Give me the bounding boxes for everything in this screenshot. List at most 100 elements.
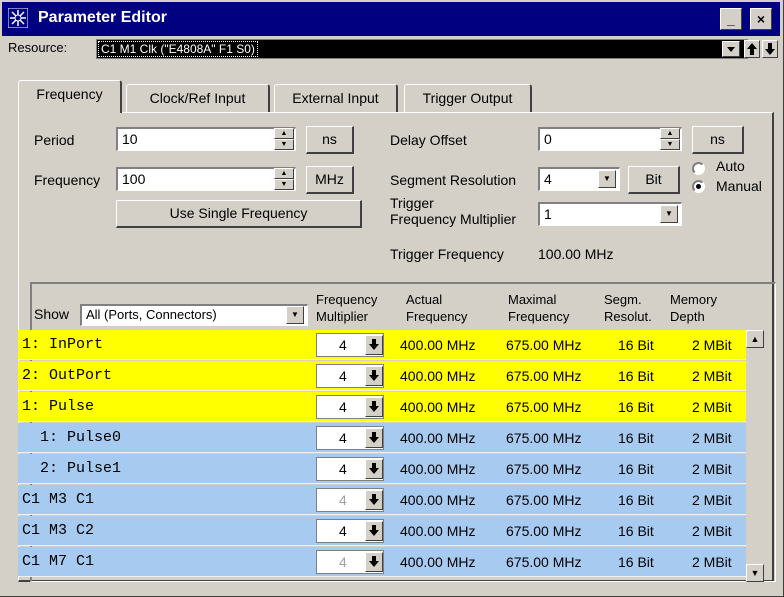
col-segm-2: Resolut. — [604, 309, 652, 324]
multiplier-select[interactable]: 4 — [316, 550, 384, 574]
dropdown-arrow-icon[interactable] — [365, 552, 383, 572]
actual-frequency: 400.00 MHz — [400, 554, 476, 570]
port-name: 1: InPort — [22, 336, 104, 353]
spin-up-icon[interactable]: ▲ — [660, 128, 680, 139]
scroll-down-icon[interactable]: ▼ — [746, 564, 764, 582]
segment-unit-button[interactable]: Bit — [628, 166, 680, 194]
actual-frequency: 400.00 MHz — [400, 492, 476, 508]
spin-down-icon[interactable]: ▼ — [660, 139, 680, 150]
table-row[interactable]: 2: Pulse1 4 400.00 MHz 675.00 MHz 16 Bit 2 MB… — [18, 454, 746, 484]
table-row[interactable]: C1 M3 C2 4 400.00 MHz 675.00 MHz 16 Bit 2 MBi… — [18, 516, 746, 546]
multiplier-value: 4 — [339, 430, 347, 446]
multiplier-value: 4 — [339, 337, 347, 353]
table-row[interactable]: 2: OutPort 4 400.00 MHz 675.00 MHz 16 Bit 2 M… — [18, 361, 746, 391]
show-filter-select[interactable]: All (Ports, Connectors) — [80, 304, 308, 326]
close-button[interactable]: × — [750, 8, 772, 30]
app-logo-icon — [8, 8, 28, 28]
dropdown-arrow-icon[interactable] — [365, 397, 383, 417]
table-row[interactable]: C1 M7 C1 4 400.00 MHz 675.00 MHz 16 Bit 2 MBi… — [18, 547, 746, 577]
arrow-down-icon — [765, 43, 775, 55]
next-resource-button[interactable] — [762, 40, 778, 58]
delay-offset-spinner[interactable]: ▲ ▼ — [660, 128, 680, 150]
period-label: Period — [34, 132, 75, 148]
spin-up-icon[interactable]: ▲ — [274, 168, 294, 179]
port-name: 2: OutPort — [22, 367, 113, 384]
spin-down-icon[interactable]: ▼ — [274, 139, 294, 150]
col-memory-1: Memory — [670, 292, 717, 307]
chevron-down-icon[interactable]: ▼ — [286, 306, 304, 324]
resource-bar: Resource: C1 M1 Clk ("E4808A" F1 S0) — [2, 36, 780, 60]
resource-select[interactable]: C1 M1 Clk ("E4808A" F1 S0) — [96, 39, 748, 59]
col-actual-1: Actual — [406, 292, 443, 307]
dropdown-arrow-icon[interactable] — [365, 428, 383, 448]
dropdown-arrow-icon[interactable] — [365, 459, 383, 479]
frequency-label: Frequency — [34, 172, 101, 188]
frequency-unit-button[interactable]: MHz — [306, 166, 354, 194]
parameter-editor-window: Parameter Editor _ × Resource: C1 M1 Clk… — [0, 0, 784, 597]
arrow-up-icon — [747, 43, 757, 55]
previous-resource-button[interactable] — [744, 40, 760, 58]
col-maximal-2: Frequency — [508, 309, 570, 324]
multiplier-value: 4 — [339, 523, 347, 539]
segment-resolution: 16 Bit — [618, 368, 654, 384]
table-row[interactable]: 1: Pulse 4 400.00 MHz 675.00 MHz 16 Bit 2 MBi… — [18, 392, 746, 422]
title-bar[interactable]: Parameter Editor _ × — [2, 2, 780, 36]
maximal-frequency: 675.00 MHz — [506, 337, 582, 353]
port-name: 1: Pulse — [22, 398, 95, 415]
col-actual-2: Frequency — [406, 309, 468, 324]
period-unit-button[interactable]: ns — [306, 126, 354, 154]
actual-frequency: 400.00 MHz — [400, 337, 476, 353]
table-row[interactable]: 1: InPort 4 400.00 MHz 675.00 MHz 16 Bit 2 MB… — [18, 330, 746, 360]
multiplier-select[interactable]: 4 — [316, 364, 384, 388]
minimize-button[interactable]: _ — [720, 8, 742, 30]
tab-clock-ref-input[interactable]: Clock/Ref Input — [126, 84, 270, 112]
period-spinner[interactable]: ▲ ▼ — [274, 128, 294, 150]
use-single-frequency-button[interactable]: Use Single Frequency — [116, 200, 362, 228]
multiplier-value: 4 — [339, 461, 347, 477]
tab-frequency[interactable]: Frequency — [18, 80, 122, 113]
port-name: C1 M3 C2 — [22, 522, 95, 539]
dropdown-arrow-icon[interactable] — [365, 366, 383, 386]
col-maximal-1: Maximal — [508, 292, 557, 307]
port-name: C1 M3 C1 — [22, 491, 95, 508]
period-input[interactable]: 10 — [116, 127, 296, 151]
table-row[interactable]: 1: Pulse0 4 400.00 MHz 675.00 MHz 16 Bit 2 MB… — [18, 423, 746, 453]
chevron-down-icon[interactable]: ▼ — [598, 170, 616, 188]
port-name: C1 M7 C1 — [22, 553, 95, 570]
actual-frequency: 400.00 MHz — [400, 523, 476, 539]
memory-depth: 2 MBit — [692, 368, 732, 384]
multiplier-value: 4 — [339, 399, 347, 415]
frequency-spinner[interactable]: ▲ ▼ — [274, 168, 294, 190]
segment-resolution: 16 Bit — [618, 430, 654, 446]
col-frequency-multiplier-1: Frequency — [316, 292, 378, 307]
trigger-frequency-value: 100.00 MHz — [538, 246, 614, 262]
multiplier-select[interactable]: 4 — [316, 519, 384, 543]
table-scrollbar[interactable]: ▲ ▼ — [746, 330, 764, 582]
segment-resolution: 16 Bit — [618, 461, 654, 477]
spin-down-icon[interactable]: ▼ — [274, 179, 294, 190]
actual-frequency: 400.00 MHz — [400, 368, 476, 384]
multiplier-select[interactable]: 4 — [316, 395, 384, 419]
manual-radio[interactable] — [692, 180, 705, 193]
auto-radio[interactable] — [692, 162, 705, 175]
tab-external-input[interactable]: External Input — [274, 84, 398, 112]
table-row[interactable]: C1 M3 C1 4 400.00 MHz 675.00 MHz 16 Bit 2 MBi… — [18, 485, 746, 515]
chevron-down-icon[interactable]: ▼ — [660, 205, 678, 223]
maximal-frequency: 675.00 MHz — [506, 492, 582, 508]
scroll-up-icon[interactable]: ▲ — [746, 330, 764, 348]
port-name: 2: Pulse1 — [22, 460, 122, 477]
frequency-input[interactable]: 100 — [116, 167, 296, 191]
col-memory-2: Depth — [670, 309, 705, 324]
multiplier-select[interactable]: 4 — [316, 457, 384, 481]
multiplier-select[interactable]: 4 — [316, 426, 384, 450]
dropdown-arrow-icon[interactable] — [365, 490, 383, 510]
dropdown-arrow-icon[interactable] — [365, 335, 383, 355]
tab-trigger-output[interactable]: Trigger Output — [404, 84, 532, 112]
delay-unit-button[interactable]: ns — [692, 126, 744, 154]
resource-dropdown-button[interactable] — [722, 41, 740, 57]
spin-up-icon[interactable]: ▲ — [274, 128, 294, 139]
segment-resolution: 16 Bit — [618, 523, 654, 539]
multiplier-select[interactable]: 4 — [316, 333, 384, 357]
dropdown-arrow-icon[interactable] — [365, 521, 383, 541]
multiplier-select[interactable]: 4 — [316, 488, 384, 512]
